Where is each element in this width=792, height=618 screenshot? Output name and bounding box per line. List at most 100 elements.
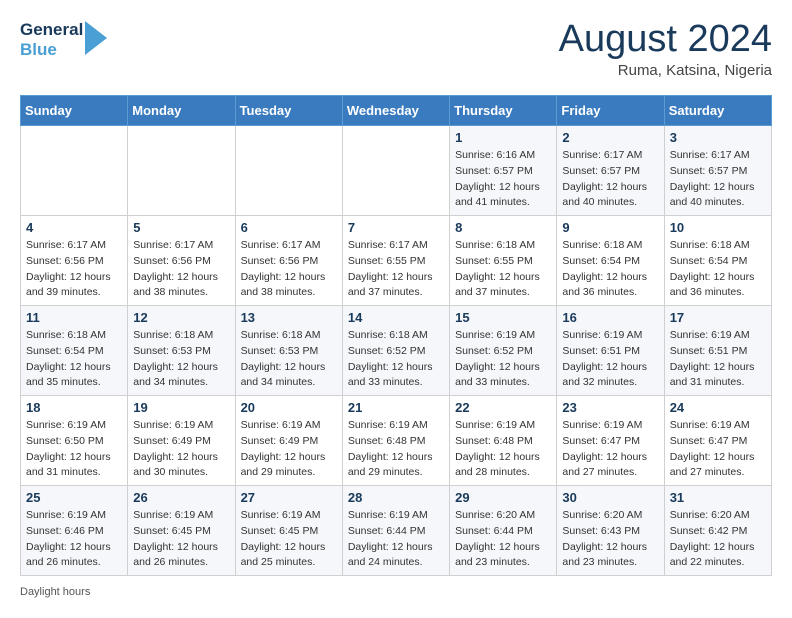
day-info: Sunrise: 6:17 AMSunset: 6:57 PMDaylight:… (562, 148, 658, 211)
calendar-cell: 5 Sunrise: 6:17 AMSunset: 6:56 PMDayligh… (128, 216, 235, 306)
day-info: Sunrise: 6:19 AMSunset: 6:49 PMDaylight:… (133, 418, 229, 481)
day-number: 2 (562, 130, 658, 145)
column-header-wednesday: Wednesday (342, 96, 449, 126)
day-info: Sunrise: 6:17 AMSunset: 6:57 PMDaylight:… (670, 148, 766, 211)
logo-container: General Blue (20, 20, 107, 59)
day-number: 18 (26, 400, 122, 415)
calendar-cell: 4 Sunrise: 6:17 AMSunset: 6:56 PMDayligh… (21, 216, 128, 306)
day-info: Sunrise: 6:19 AMSunset: 6:46 PMDaylight:… (26, 508, 122, 571)
day-number: 25 (26, 490, 122, 505)
day-number: 3 (670, 130, 766, 145)
calendar-cell (342, 126, 449, 216)
column-header-monday: Monday (128, 96, 235, 126)
day-info: Sunrise: 6:19 AMSunset: 6:47 PMDaylight:… (562, 418, 658, 481)
day-number: 19 (133, 400, 229, 415)
calendar-week-3: 11 Sunrise: 6:18 AMSunset: 6:54 PMDaylig… (21, 306, 772, 396)
calendar-week-5: 25 Sunrise: 6:19 AMSunset: 6:46 PMDaylig… (21, 486, 772, 576)
day-number: 10 (670, 220, 766, 235)
logo-blue-text: Blue (20, 40, 83, 60)
calendar-cell: 18 Sunrise: 6:19 AMSunset: 6:50 PMDaylig… (21, 396, 128, 486)
logo-arrow-icon (85, 21, 107, 55)
day-number: 13 (241, 310, 337, 325)
day-number: 24 (670, 400, 766, 415)
calendar-cell: 25 Sunrise: 6:19 AMSunset: 6:46 PMDaylig… (21, 486, 128, 576)
day-number: 27 (241, 490, 337, 505)
day-info: Sunrise: 6:20 AMSunset: 6:42 PMDaylight:… (670, 508, 766, 571)
day-info: Sunrise: 6:17 AMSunset: 6:56 PMDaylight:… (133, 238, 229, 301)
calendar-cell: 21 Sunrise: 6:19 AMSunset: 6:48 PMDaylig… (342, 396, 449, 486)
calendar-cell: 17 Sunrise: 6:19 AMSunset: 6:51 PMDaylig… (664, 306, 771, 396)
day-number: 16 (562, 310, 658, 325)
calendar-cell: 28 Sunrise: 6:19 AMSunset: 6:44 PMDaylig… (342, 486, 449, 576)
month-title: August 2024 (559, 20, 772, 58)
calendar-cell: 6 Sunrise: 6:17 AMSunset: 6:56 PMDayligh… (235, 216, 342, 306)
calendar-week-2: 4 Sunrise: 6:17 AMSunset: 6:56 PMDayligh… (21, 216, 772, 306)
day-info: Sunrise: 6:19 AMSunset: 6:48 PMDaylight:… (348, 418, 444, 481)
day-info: Sunrise: 6:19 AMSunset: 6:44 PMDaylight:… (348, 508, 444, 571)
day-info: Sunrise: 6:20 AMSunset: 6:44 PMDaylight:… (455, 508, 551, 571)
calendar-cell: 31 Sunrise: 6:20 AMSunset: 6:42 PMDaylig… (664, 486, 771, 576)
day-number: 11 (26, 310, 122, 325)
day-number: 28 (348, 490, 444, 505)
calendar-cell: 7 Sunrise: 6:17 AMSunset: 6:55 PMDayligh… (342, 216, 449, 306)
day-info: Sunrise: 6:19 AMSunset: 6:49 PMDaylight:… (241, 418, 337, 481)
day-info: Sunrise: 6:17 AMSunset: 6:56 PMDaylight:… (26, 238, 122, 301)
day-info: Sunrise: 6:19 AMSunset: 6:47 PMDaylight:… (670, 418, 766, 481)
calendar-cell: 22 Sunrise: 6:19 AMSunset: 6:48 PMDaylig… (450, 396, 557, 486)
day-info: Sunrise: 6:18 AMSunset: 6:52 PMDaylight:… (348, 328, 444, 391)
calendar-cell: 20 Sunrise: 6:19 AMSunset: 6:49 PMDaylig… (235, 396, 342, 486)
title-block: August 2024 Ruma, Katsina, Nigeria (559, 20, 772, 79)
day-number: 20 (241, 400, 337, 415)
day-number: 12 (133, 310, 229, 325)
calendar-cell: 16 Sunrise: 6:19 AMSunset: 6:51 PMDaylig… (557, 306, 664, 396)
day-info: Sunrise: 6:19 AMSunset: 6:52 PMDaylight:… (455, 328, 551, 391)
day-info: Sunrise: 6:20 AMSunset: 6:43 PMDaylight:… (562, 508, 658, 571)
calendar-table: SundayMondayTuesdayWednesdayThursdayFrid… (20, 95, 772, 576)
day-info: Sunrise: 6:19 AMSunset: 6:48 PMDaylight:… (455, 418, 551, 481)
day-info: Sunrise: 6:19 AMSunset: 6:50 PMDaylight:… (26, 418, 122, 481)
column-header-sunday: Sunday (21, 96, 128, 126)
day-number: 31 (670, 490, 766, 505)
calendar-week-4: 18 Sunrise: 6:19 AMSunset: 6:50 PMDaylig… (21, 396, 772, 486)
calendar-cell: 23 Sunrise: 6:19 AMSunset: 6:47 PMDaylig… (557, 396, 664, 486)
day-number: 14 (348, 310, 444, 325)
day-info: Sunrise: 6:19 AMSunset: 6:45 PMDaylight:… (133, 508, 229, 571)
logo-general-text: General (20, 20, 83, 40)
calendar-cell: 14 Sunrise: 6:18 AMSunset: 6:52 PMDaylig… (342, 306, 449, 396)
day-info: Sunrise: 6:18 AMSunset: 6:53 PMDaylight:… (241, 328, 337, 391)
calendar-cell: 24 Sunrise: 6:19 AMSunset: 6:47 PMDaylig… (664, 396, 771, 486)
calendar-cell: 3 Sunrise: 6:17 AMSunset: 6:57 PMDayligh… (664, 126, 771, 216)
day-number: 8 (455, 220, 551, 235)
column-header-thursday: Thursday (450, 96, 557, 126)
calendar-cell: 30 Sunrise: 6:20 AMSunset: 6:43 PMDaylig… (557, 486, 664, 576)
day-info: Sunrise: 6:17 AMSunset: 6:55 PMDaylight:… (348, 238, 444, 301)
calendar-week-1: 1 Sunrise: 6:16 AMSunset: 6:57 PMDayligh… (21, 126, 772, 216)
calendar-cell: 8 Sunrise: 6:18 AMSunset: 6:55 PMDayligh… (450, 216, 557, 306)
calendar-header: SundayMondayTuesdayWednesdayThursdayFrid… (21, 96, 772, 126)
day-info: Sunrise: 6:19 AMSunset: 6:45 PMDaylight:… (241, 508, 337, 571)
day-number: 4 (26, 220, 122, 235)
day-number: 7 (348, 220, 444, 235)
calendar-cell: 10 Sunrise: 6:18 AMSunset: 6:54 PMDaylig… (664, 216, 771, 306)
day-number: 23 (562, 400, 658, 415)
day-number: 26 (133, 490, 229, 505)
day-info: Sunrise: 6:18 AMSunset: 6:55 PMDaylight:… (455, 238, 551, 301)
day-number: 1 (455, 130, 551, 145)
column-header-tuesday: Tuesday (235, 96, 342, 126)
calendar-cell (235, 126, 342, 216)
calendar-cell: 29 Sunrise: 6:20 AMSunset: 6:44 PMDaylig… (450, 486, 557, 576)
day-info: Sunrise: 6:19 AMSunset: 6:51 PMDaylight:… (670, 328, 766, 391)
calendar-cell: 2 Sunrise: 6:17 AMSunset: 6:57 PMDayligh… (557, 126, 664, 216)
location: Ruma, Katsina, Nigeria (559, 62, 772, 79)
calendar-cell: 26 Sunrise: 6:19 AMSunset: 6:45 PMDaylig… (128, 486, 235, 576)
day-info: Sunrise: 6:18 AMSunset: 6:53 PMDaylight:… (133, 328, 229, 391)
day-number: 29 (455, 490, 551, 505)
day-info: Sunrise: 6:17 AMSunset: 6:56 PMDaylight:… (241, 238, 337, 301)
calendar-cell: 27 Sunrise: 6:19 AMSunset: 6:45 PMDaylig… (235, 486, 342, 576)
calendar-cell: 13 Sunrise: 6:18 AMSunset: 6:53 PMDaylig… (235, 306, 342, 396)
calendar-cell: 15 Sunrise: 6:19 AMSunset: 6:52 PMDaylig… (450, 306, 557, 396)
day-info: Sunrise: 6:18 AMSunset: 6:54 PMDaylight:… (670, 238, 766, 301)
day-number: 15 (455, 310, 551, 325)
day-number: 9 (562, 220, 658, 235)
day-info: Sunrise: 6:18 AMSunset: 6:54 PMDaylight:… (562, 238, 658, 301)
